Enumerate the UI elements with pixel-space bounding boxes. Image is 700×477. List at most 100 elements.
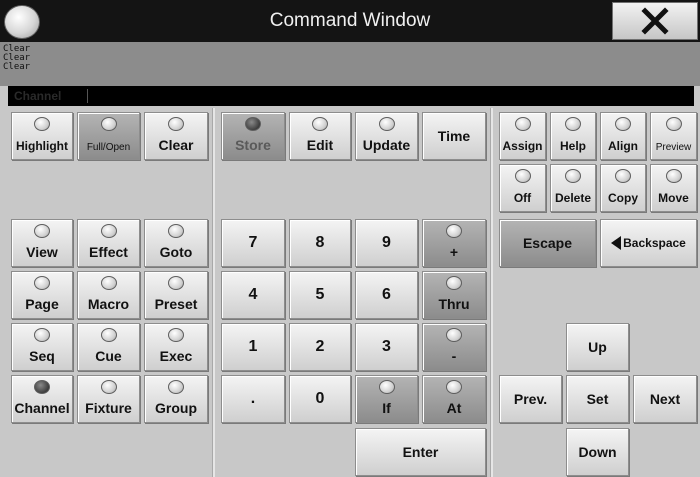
key-label: Effect: [89, 244, 128, 260]
update-key[interactable]: Update: [355, 112, 418, 160]
digit-8-key[interactable]: 8: [289, 219, 351, 267]
highlight-key[interactable]: Highlight: [11, 112, 73, 160]
key-label: 5: [315, 286, 325, 303]
key-label: Preview: [655, 142, 692, 153]
led-indicator: [34, 276, 50, 290]
key-label: +: [449, 244, 459, 260]
preview-key[interactable]: Preview: [650, 112, 697, 160]
key-label: Thru: [438, 296, 470, 312]
key-label: At: [446, 400, 462, 416]
log-line: Clear: [3, 62, 31, 72]
edit-key[interactable]: Edit: [289, 112, 351, 160]
enter-key[interactable]: Enter: [355, 428, 486, 476]
key-label: Update: [362, 137, 411, 153]
group-key[interactable]: Group: [144, 375, 208, 423]
window-title: Command Window: [269, 10, 431, 31]
digit-3-key[interactable]: 3: [355, 323, 418, 371]
page-key[interactable]: Page: [11, 271, 73, 319]
thru-key[interactable]: Thru: [422, 271, 486, 319]
section-divider: [490, 108, 493, 477]
escape-key[interactable]: Escape: [499, 219, 596, 267]
led-indicator: [312, 117, 328, 131]
key-label: 1: [248, 338, 258, 355]
led-indicator: [34, 224, 50, 238]
digit-0-key[interactable]: 0: [289, 375, 351, 423]
led-indicator: [446, 380, 462, 394]
plus-key[interactable]: +: [422, 219, 486, 267]
command-line-input[interactable]: Channel: [8, 86, 694, 106]
key-label: Delete: [554, 191, 592, 205]
led-indicator: [168, 117, 184, 131]
digit-1-key[interactable]: 1: [221, 323, 285, 371]
led-indicator: [514, 117, 531, 131]
channel-key[interactable]: Channel: [11, 375, 73, 423]
move-key[interactable]: Move: [650, 164, 697, 212]
time-key[interactable]: Time: [422, 112, 486, 160]
key-label: -: [451, 348, 457, 364]
digit-2-key[interactable]: 2: [289, 323, 351, 371]
key-label: 9: [382, 234, 391, 251]
key-label: Cue: [95, 348, 122, 364]
clear-key[interactable]: Clear: [144, 112, 208, 160]
digit-7-key[interactable]: 7: [221, 219, 285, 267]
key-label: Highlight: [16, 139, 68, 153]
led-indicator: [514, 169, 531, 183]
led-indicator: [34, 117, 50, 131]
key-label: 7: [248, 234, 258, 251]
macro-key[interactable]: Macro: [77, 271, 140, 319]
fixture-key[interactable]: Fixture: [77, 375, 140, 423]
key-label: Time: [437, 128, 471, 144]
key-label: Assign: [502, 139, 543, 153]
key-label: Set: [586, 391, 609, 407]
seq-key[interactable]: Seq: [11, 323, 73, 371]
key-label: Off: [513, 191, 532, 205]
at-key[interactable]: At: [422, 375, 486, 423]
full-open-key[interactable]: Full/Open: [77, 112, 140, 160]
assign-key[interactable]: Assign: [499, 112, 546, 160]
next-key[interactable]: Next: [633, 375, 697, 423]
prev-key[interactable]: Prev.: [499, 375, 562, 423]
section-divider: [212, 108, 215, 477]
preset-key[interactable]: Preset: [144, 271, 208, 319]
key-label: Clear: [158, 137, 194, 153]
backspace-label: Backspace: [623, 236, 686, 250]
down-key[interactable]: Down: [566, 428, 629, 476]
key-label: Page: [25, 296, 59, 312]
copy-key[interactable]: Copy: [600, 164, 646, 212]
led-indicator: [565, 169, 581, 183]
digit-4-key[interactable]: 4: [221, 271, 285, 319]
off-key[interactable]: Off: [499, 164, 546, 212]
decimal-point-key[interactable]: .: [221, 375, 285, 423]
command-line-text: Channel: [14, 89, 62, 103]
close-button[interactable]: [612, 2, 698, 40]
key-label: Store: [235, 137, 271, 153]
store-key[interactable]: Store: [221, 112, 285, 160]
digit-6-key[interactable]: 6: [355, 271, 418, 319]
up-key[interactable]: Up: [566, 323, 629, 371]
digit-5-key[interactable]: 5: [289, 271, 351, 319]
delete-key[interactable]: Delete: [550, 164, 596, 212]
led-indicator: [100, 380, 117, 394]
if-key[interactable]: If: [355, 375, 418, 423]
minus-key[interactable]: -: [422, 323, 486, 371]
exec-key[interactable]: Exec: [144, 323, 208, 371]
cue-key[interactable]: Cue: [77, 323, 140, 371]
led-indicator: [168, 276, 184, 290]
key-label: 3: [382, 338, 391, 355]
key-label: Copy: [608, 191, 638, 205]
goto-key[interactable]: Goto: [144, 219, 208, 267]
key-label: Exec: [159, 348, 193, 364]
view-key[interactable]: View: [11, 219, 73, 267]
help-key[interactable]: Help: [550, 112, 596, 160]
key-label: Prev.: [513, 391, 548, 407]
led-indicator: [565, 117, 581, 131]
led-indicator: [665, 117, 682, 131]
led-indicator: [378, 117, 395, 131]
align-key[interactable]: Align: [600, 112, 646, 160]
digit-9-key[interactable]: 9: [355, 219, 418, 267]
backspace-key[interactable]: Backspace: [600, 219, 697, 267]
led-indicator: [446, 328, 462, 342]
set-key[interactable]: Set: [566, 375, 629, 423]
key-label: 8: [315, 234, 325, 251]
effect-key[interactable]: Effect: [77, 219, 140, 267]
